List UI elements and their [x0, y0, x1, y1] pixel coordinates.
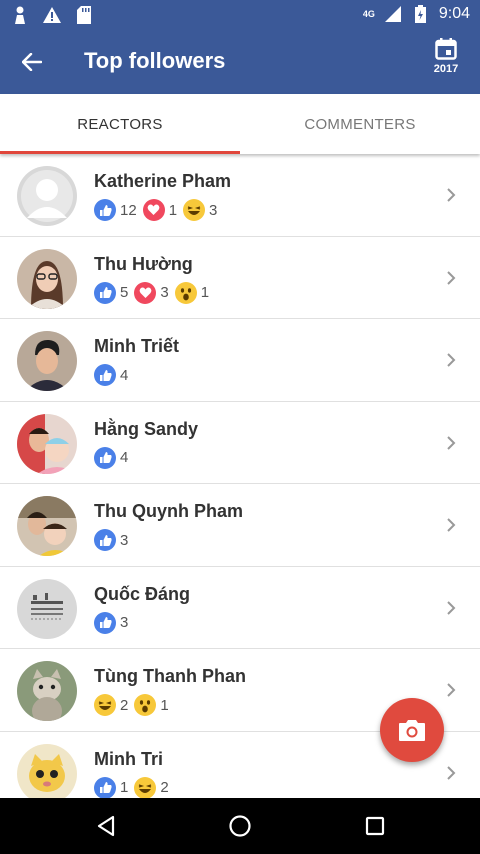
follower-name: Thu Hường	[94, 253, 193, 274]
reaction-summary: 3	[94, 529, 128, 551]
chevron-right-icon	[447, 683, 456, 697]
tab-label: COMMENTERS	[304, 115, 416, 133]
calendar-button[interactable]: 2017	[426, 38, 466, 86]
list-item[interactable]: Thu Hường 5 3 1	[0, 237, 480, 319]
like-count: 3	[120, 614, 129, 631]
haha-count: 2	[120, 696, 129, 714]
follower-name: Minh Triết	[94, 336, 179, 356]
recents-square-icon	[365, 816, 385, 836]
tab-commenters[interactable]: COMMENTERS	[240, 94, 480, 154]
tab-label: REACTORS	[77, 115, 163, 133]
haha-icon	[94, 694, 116, 716]
chevron-right-icon	[447, 600, 456, 615]
warning-icon	[42, 5, 62, 25]
wow-icon	[174, 281, 197, 304]
like-icon	[94, 611, 116, 634]
list-item[interactable]: Minh Triết 4	[0, 319, 480, 402]
reaction-summary: 5 3 1	[94, 281, 210, 304]
avatar	[17, 496, 77, 556]
haha-icon	[183, 199, 206, 221]
page-title: Top followers	[84, 48, 226, 73]
chevron-right-icon	[447, 435, 456, 450]
person-notification-icon	[10, 5, 30, 25]
reaction-summary: 2 1	[94, 694, 169, 716]
haha-icon	[134, 776, 157, 798]
signal-icon	[383, 4, 403, 24]
list-item[interactable]: Quốc Đáng 3	[0, 567, 480, 649]
camera-icon	[399, 720, 425, 741]
home-circle-icon	[229, 815, 251, 837]
like-icon	[94, 529, 116, 551]
reaction-summary: 4	[94, 446, 129, 469]
follower-name: Katherine Pham	[94, 171, 232, 191]
follower-name: Thu Quynh Pham	[94, 501, 244, 521]
follower-name: Hằng Sandy	[94, 418, 199, 439]
reaction-summary: 4	[94, 364, 128, 386]
avatar	[17, 661, 77, 721]
tab-reactors[interactable]: REACTORS	[0, 94, 240, 154]
camera-fab-button[interactable]	[380, 698, 444, 762]
wow-icon	[134, 694, 157, 716]
tab-indicator	[0, 151, 240, 154]
chevron-right-icon	[447, 270, 456, 285]
avatar	[17, 248, 77, 309]
wow-count: 1	[160, 696, 169, 714]
clock: 9:04	[438, 5, 470, 22]
love-icon	[134, 281, 157, 304]
battery-icon	[411, 4, 431, 24]
list-item[interactable]: Thu Quynh Pham 3	[0, 484, 480, 567]
follower-name: Minh Tri	[94, 748, 163, 769]
like-count: 12	[120, 201, 137, 219]
nav-home-button[interactable]	[224, 810, 256, 842]
avatar	[17, 331, 77, 391]
love-icon	[142, 199, 165, 221]
like-count: 4	[120, 366, 129, 384]
haha-count: 3	[209, 201, 218, 219]
like-icon	[94, 364, 116, 386]
love-count: 1	[168, 201, 178, 219]
app-bar: Top followers 2017	[0, 30, 480, 94]
haha-count: 2	[160, 779, 169, 796]
like-icon	[94, 199, 116, 221]
follower-name: Quốc Đáng	[94, 583, 191, 604]
avatar	[17, 743, 77, 798]
like-count: 3	[120, 531, 129, 549]
love-count: 3	[160, 284, 169, 301]
like-icon	[94, 776, 116, 798]
avatar	[17, 166, 77, 226]
list-item[interactable]: Hằng Sandy 4	[0, 402, 480, 484]
avatar	[17, 578, 77, 639]
back-triangle-icon	[97, 815, 115, 837]
sd-card-icon	[74, 5, 94, 25]
like-icon	[94, 446, 116, 469]
reaction-summary: 3	[94, 611, 129, 634]
chevron-right-icon	[447, 188, 456, 202]
nav-back-button[interactable]	[90, 810, 122, 842]
network-type: 4G	[362, 9, 375, 19]
nav-recents-button[interactable]	[359, 810, 391, 842]
chevron-right-icon	[447, 765, 456, 780]
chevron-right-icon	[447, 518, 456, 532]
tab-bar: REACTORS COMMENTERS	[0, 94, 480, 154]
like-count: 4	[120, 449, 129, 466]
follower-name: Tùng Thanh Phan	[94, 666, 246, 686]
reaction-summary: 12 1 3	[94, 199, 217, 221]
status-bar: 4G 9:04	[0, 0, 480, 30]
calendar-year: 2017	[433, 63, 459, 75]
chevron-right-icon	[447, 353, 456, 367]
arrow-left-icon	[22, 53, 42, 71]
avatar	[17, 413, 77, 474]
list-item[interactable]: Katherine Pham 12 1 3	[0, 154, 480, 237]
like-icon	[94, 281, 116, 304]
reaction-summary: 1 2	[94, 776, 169, 798]
system-nav-bar	[0, 798, 480, 854]
like-count: 5	[120, 284, 129, 301]
back-button[interactable]	[16, 46, 48, 78]
wow-count: 1	[200, 284, 210, 301]
like-count: 1	[120, 779, 129, 796]
calendar-icon	[435, 38, 457, 60]
